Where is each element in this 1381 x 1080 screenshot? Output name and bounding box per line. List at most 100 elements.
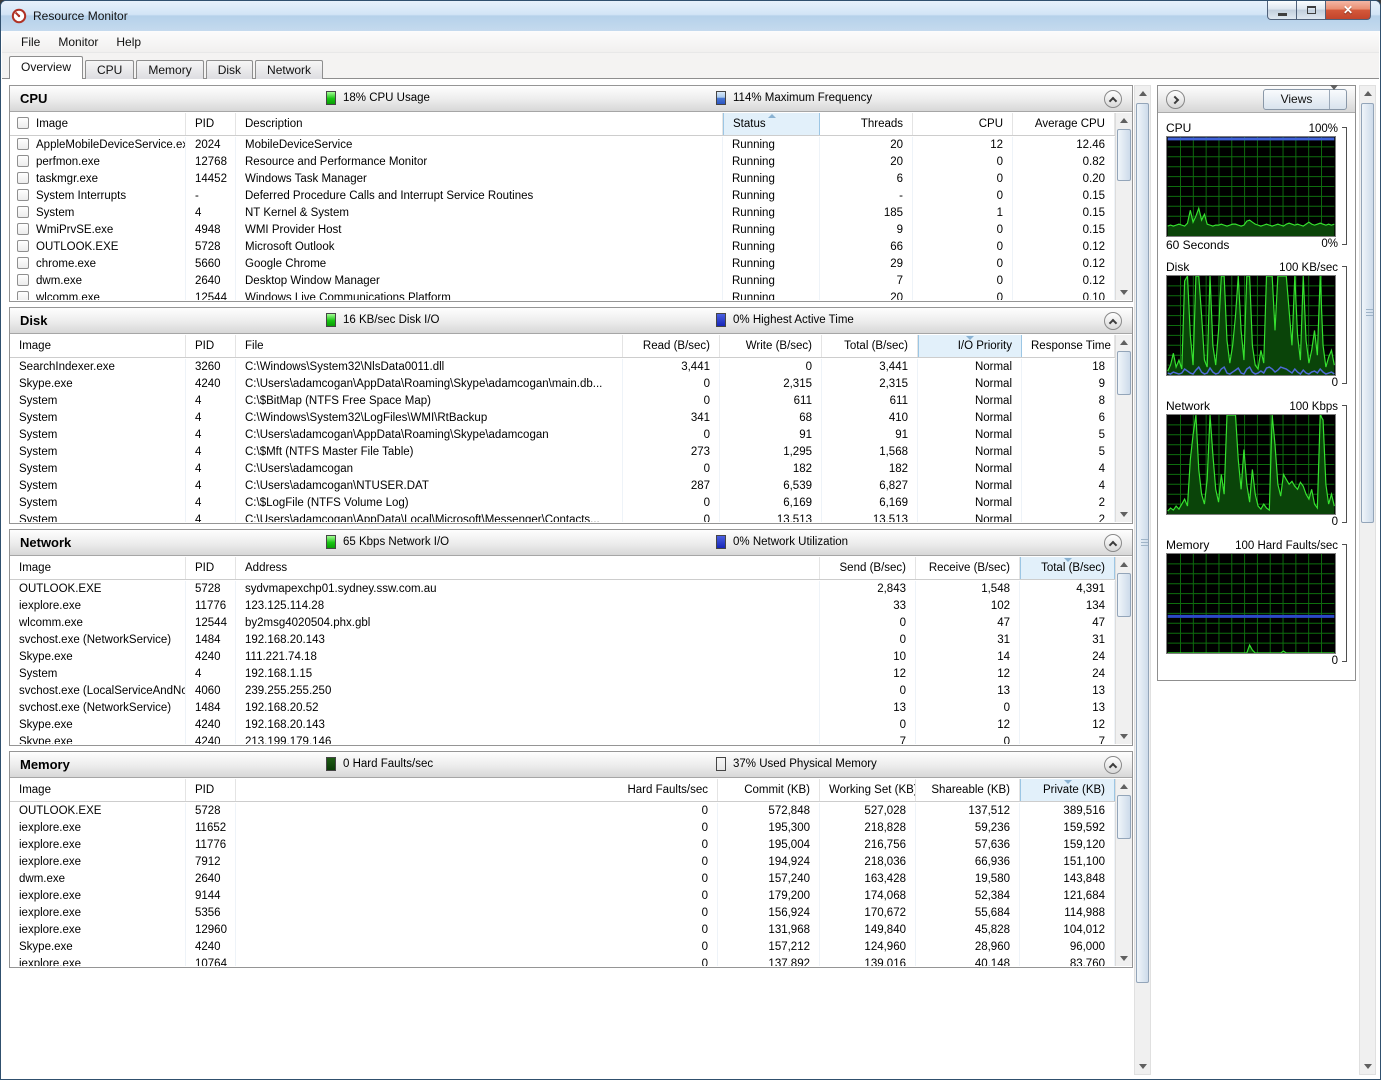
row-checkbox[interactable] — [17, 274, 29, 286]
column-header-commit-kb[interactable]: Commit (KB) — [718, 779, 820, 801]
column-header-status[interactable]: Status — [723, 113, 820, 135]
menu-item-help[interactable]: Help — [107, 33, 150, 51]
panel-vertical-scrollbar[interactable] — [1359, 85, 1376, 1075]
scroll-up-button[interactable] — [1116, 335, 1132, 350]
table-row[interactable]: System4C:\Users\adamcogan\NTUSER.DAT2876… — [10, 478, 1115, 495]
column-header-private-kb[interactable]: Private (KB) — [1020, 779, 1115, 801]
row-checkbox[interactable] — [17, 172, 29, 184]
column-header-total-b-sec[interactable]: Total (B/sec) — [1020, 557, 1115, 579]
table-row[interactable]: Skype.exe4240213.199.179.146707 — [10, 734, 1115, 744]
column-header-image[interactable]: Image — [10, 335, 186, 357]
table-row[interactable]: System4C:\$BitMap (NTFS Free Space Map)0… — [10, 393, 1115, 410]
table-row[interactable]: taskmgr.exe14452Windows Task ManagerRunn… — [10, 171, 1115, 188]
table-row[interactable]: OUTLOOK.EXE5728Microsoft OutlookRunning6… — [10, 239, 1115, 256]
scrollbar-thumb[interactable] — [1361, 103, 1374, 523]
row-checkbox[interactable] — [17, 223, 29, 235]
table-row[interactable]: chrome.exe5660Google ChromeRunning2900.1… — [10, 256, 1115, 273]
scroll-up-button[interactable] — [1116, 557, 1132, 572]
tab-overview[interactable]: Overview — [9, 56, 83, 79]
scroll-down-button[interactable] — [1116, 729, 1132, 744]
table-row[interactable]: iexplore.exe116520195,300218,82859,23615… — [10, 820, 1115, 837]
column-header-working-set-kb[interactable]: Working Set (KB) — [820, 779, 916, 801]
scroll-up-button[interactable] — [1116, 779, 1132, 794]
table-row[interactable]: iexplore.exe53560156,924170,67255,684114… — [10, 905, 1115, 922]
column-header-image[interactable]: Image — [10, 557, 186, 579]
table-row[interactable]: OUTLOOK.EXE57280572,848527,028137,512389… — [10, 803, 1115, 820]
column-header-read-b-sec[interactable]: Read (B/sec) — [623, 335, 720, 357]
row-checkbox[interactable] — [17, 240, 29, 252]
row-checkbox[interactable] — [17, 155, 29, 167]
table-row[interactable]: System4C:\Windows\System32\LogFiles\WMI\… — [10, 410, 1115, 427]
scroll-up-button[interactable] — [1135, 86, 1150, 101]
collapse-button[interactable] — [1104, 756, 1122, 774]
table-row[interactable]: perfmon.exe12768Resource and Performance… — [10, 154, 1115, 171]
table-row[interactable]: svchost.exe (NetworkService)1484192.168.… — [10, 632, 1115, 649]
tab-cpu[interactable]: CPU — [85, 60, 134, 79]
scroll-up-button[interactable] — [1360, 86, 1375, 101]
column-header-image[interactable]: Image — [10, 779, 186, 801]
table-row[interactable]: System4C:\Users\adamcogan\AppData\Local\… — [10, 512, 1115, 522]
table-row[interactable]: dwm.exe26400157,240163,42819,580143,848 — [10, 871, 1115, 888]
row-checkbox[interactable] — [17, 291, 29, 300]
table-row[interactable]: Skype.exe4240192.168.20.14301212 — [10, 717, 1115, 734]
collapse-button[interactable] — [1104, 312, 1122, 330]
table-scrollbar[interactable] — [1115, 779, 1132, 966]
column-header-pid[interactable]: PID — [186, 335, 236, 357]
column-header-cpu[interactable]: CPU — [913, 113, 1013, 135]
table-scrollbar[interactable] — [1115, 557, 1132, 744]
table-row[interactable]: wlcomm.exe12544Windows Live Communicatio… — [10, 290, 1115, 300]
scrollbar-thumb[interactable] — [1117, 129, 1131, 181]
scrollbar-thumb[interactable] — [1117, 795, 1131, 839]
row-checkbox[interactable] — [17, 206, 29, 218]
table-row[interactable]: iexplore.exe79120194,924218,03666,936151… — [10, 854, 1115, 871]
tab-network[interactable]: Network — [255, 60, 323, 79]
table-row[interactable]: System4C:\Users\adamcogan0182182Normal4 — [10, 461, 1115, 478]
scrollbar-thumb[interactable] — [1136, 103, 1149, 983]
scroll-up-button[interactable] — [1116, 113, 1132, 128]
expand-panel-button[interactable] — [1166, 90, 1185, 109]
column-header-threads[interactable]: Threads — [820, 113, 913, 135]
table-row[interactable]: Skype.exe42400157,212124,96028,96096,000 — [10, 939, 1115, 956]
table-row[interactable]: SearchIndexer.exe3260C:\Windows\System32… — [10, 359, 1115, 376]
scroll-down-button[interactable] — [1360, 1059, 1375, 1074]
main-vertical-scrollbar[interactable] — [1134, 85, 1151, 1075]
close-button[interactable]: ✕ — [1325, 1, 1371, 20]
table-row[interactable]: dwm.exe2640Desktop Window ManagerRunning… — [10, 273, 1115, 290]
row-checkbox[interactable] — [17, 189, 29, 201]
table-row[interactable]: System4C:\$Mft (NTFS Master File Table)2… — [10, 444, 1115, 461]
tab-disk[interactable]: Disk — [206, 60, 253, 79]
table-row[interactable]: wlcomm.exe12544by2msg4020504.phx.gbl0474… — [10, 615, 1115, 632]
scrollbar-thumb[interactable] — [1117, 351, 1131, 395]
scrollbar-thumb[interactable] — [1117, 573, 1131, 617]
table-scrollbar[interactable] — [1115, 335, 1132, 522]
column-header-pid[interactable]: PID — [186, 557, 236, 579]
views-dropdown-arrow[interactable] — [1329, 90, 1346, 109]
column-header-pid[interactable]: PID — [186, 779, 236, 801]
table-row[interactable]: svchost.exe (LocalServiceAndNo...4060239… — [10, 683, 1115, 700]
column-header-write-b-sec[interactable]: Write (B/sec) — [720, 335, 822, 357]
table-row[interactable]: AppleMobileDeviceService.exe2024MobileDe… — [10, 137, 1115, 154]
table-row[interactable]: iexplore.exe91440179,200174,06852,384121… — [10, 888, 1115, 905]
table-row[interactable]: System4C:\$LogFile (NTFS Volume Log)06,1… — [10, 495, 1115, 512]
row-checkbox[interactable] — [17, 257, 29, 269]
table-row[interactable]: Skype.exe4240111.221.74.18101424 — [10, 649, 1115, 666]
scroll-down-button[interactable] — [1116, 951, 1132, 966]
column-header-send-b-sec[interactable]: Send (B/sec) — [820, 557, 916, 579]
column-header-average-cpu[interactable]: Average CPU — [1013, 113, 1115, 135]
table-row[interactable]: WmiPrvSE.exe4948WMI Provider HostRunning… — [10, 222, 1115, 239]
table-row[interactable]: iexplore.exe117760195,004216,75657,63615… — [10, 837, 1115, 854]
select-all-checkbox[interactable] — [17, 117, 29, 129]
table-row[interactable]: Skype.exe4240C:\Users\adamcogan\AppData\… — [10, 376, 1115, 393]
column-header-hard-faults-sec[interactable]: Hard Faults/sec — [236, 779, 718, 801]
table-row[interactable]: System4192.168.1.15121224 — [10, 666, 1115, 683]
column-header-i-o-priority[interactable]: I/O Priority — [918, 335, 1022, 357]
menu-item-file[interactable]: File — [12, 33, 49, 51]
tab-memory[interactable]: Memory — [136, 60, 203, 79]
column-header-response-time[interactable]: Response Time ... — [1022, 335, 1115, 357]
minimize-button[interactable] — [1267, 1, 1297, 20]
scroll-down-button[interactable] — [1116, 507, 1132, 522]
column-header-receive-b-sec[interactable]: Receive (B/sec) — [916, 557, 1020, 579]
table-row[interactable]: iexplore.exe107640137,892139,01640,14883… — [10, 956, 1115, 966]
column-header-image[interactable]: Image — [10, 113, 186, 135]
column-header-description[interactable]: Description — [236, 113, 723, 135]
